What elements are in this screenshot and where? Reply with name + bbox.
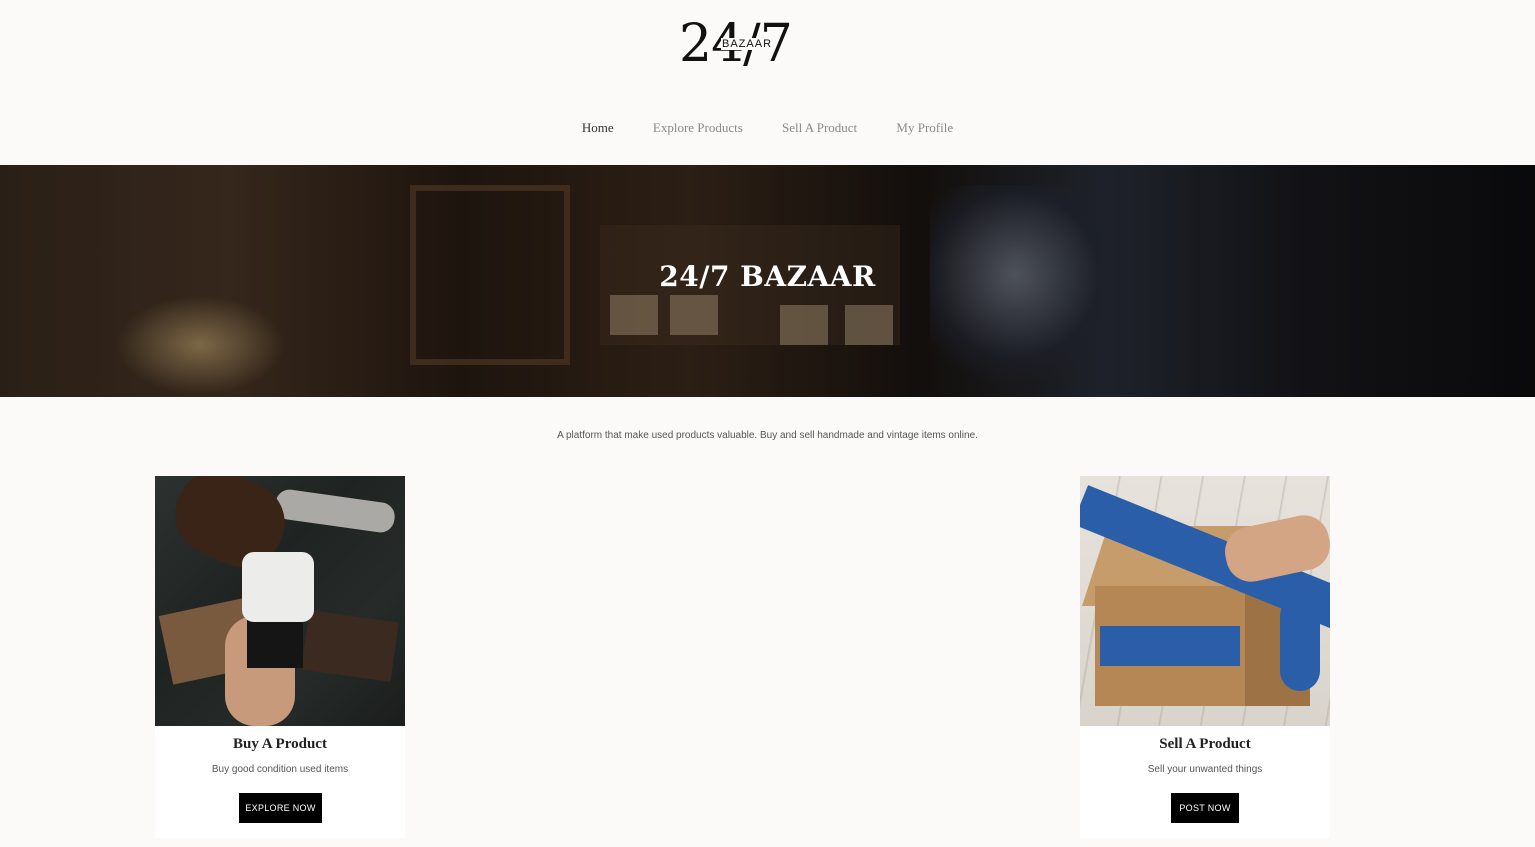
nav-item-sell-a-product[interactable]: Sell A Product <box>782 120 857 136</box>
tool-decoration <box>273 487 397 535</box>
nav-item-home[interactable]: Home <box>582 120 614 136</box>
site-header: 24/7 BAZAAR Home Explore Products Sell A… <box>0 0 1535 165</box>
buy-card-title: Buy A Product <box>233 736 327 752</box>
buy-product-card: Buy A Product Buy good condition used it… <box>155 476 405 838</box>
site-tagline: A platform that make used products valua… <box>557 430 978 441</box>
card-reader-decoration <box>242 552 314 622</box>
explore-now-button[interactable]: EXPLORE NOW <box>239 793 322 823</box>
logo-word: BAZAAR <box>721 38 774 50</box>
credit-card-decoration <box>247 616 303 668</box>
nav-item-my-profile[interactable]: My Profile <box>896 120 953 136</box>
sell-card-title: Sell A Product <box>1159 736 1251 752</box>
hero-banner: 24/7 BAZAAR <box>0 165 1535 397</box>
leather-decoration <box>301 610 399 682</box>
tape-decoration <box>1280 596 1320 691</box>
sell-product-image <box>1080 476 1330 726</box>
nav-item-explore-products[interactable]: Explore Products <box>653 120 743 136</box>
post-now-button[interactable]: POST NOW <box>1171 793 1239 823</box>
site-logo[interactable]: 24/7 BAZAAR <box>677 14 809 80</box>
sell-product-card: Sell A Product Sell your unwanted things… <box>1080 476 1330 838</box>
tape-decoration <box>1100 626 1240 666</box>
main-nav: Home Explore Products Sell A Product My … <box>0 120 1535 136</box>
buy-product-image <box>155 476 405 726</box>
hero-title: 24/7 BAZAAR <box>659 260 876 293</box>
buy-card-description: Buy good condition used items <box>211 764 349 775</box>
sell-card-description: Sell your unwanted things <box>1147 764 1263 775</box>
